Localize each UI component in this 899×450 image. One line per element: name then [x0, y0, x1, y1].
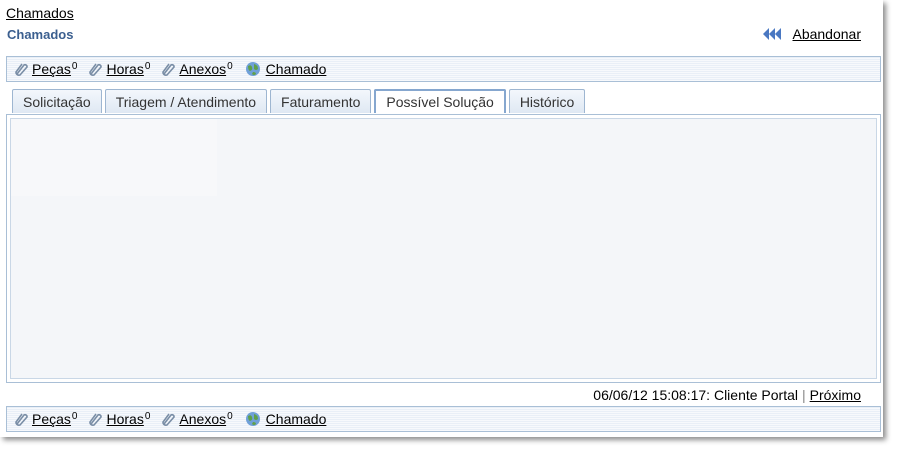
- pecas-link-bottom[interactable]: Peças: [32, 411, 71, 427]
- paperclip-icon: [15, 63, 28, 76]
- status-text: 06/06/12 15:08:17: Cliente Portal: [593, 387, 798, 403]
- anexos-link-bottom[interactable]: Anexos: [179, 411, 226, 427]
- next-link[interactable]: Próximo: [810, 387, 861, 403]
- anexos-count: 0: [227, 60, 233, 72]
- chamado-link[interactable]: Chamado: [266, 61, 327, 77]
- globe-icon: [245, 62, 260, 76]
- horas-link-bottom[interactable]: Horas: [106, 411, 143, 427]
- anexos-count-bottom: 0: [227, 410, 233, 422]
- page-title: Chamados: [7, 27, 74, 42]
- paperclip-icon: [162, 413, 176, 426]
- window-frame: Chamados Chamados Abandonar Peças 0 Hora…: [0, 0, 883, 437]
- status-separator: |: [802, 387, 806, 403]
- chamado-link-bottom[interactable]: Chamado: [266, 411, 327, 427]
- content-area: [10, 118, 877, 379]
- tab-faturamento[interactable]: Faturamento: [270, 89, 372, 113]
- top-toolbar: Peças 0 Horas 0 Anexos 0 Chamado: [6, 56, 881, 82]
- pecas-count-bottom: 0: [71, 410, 78, 422]
- anexos-item[interactable]: Anexos 0: [160, 60, 233, 77]
- horas-count-bottom: 0: [144, 410, 151, 422]
- pecas-item[interactable]: Peças 0: [13, 61, 77, 77]
- tab-bar: Solicitação Triagem / Atendimento Fatura…: [12, 89, 586, 113]
- horas-item-bottom[interactable]: Horas 0: [87, 411, 150, 427]
- tab-possivel-solucao[interactable]: Possível Solução: [374, 89, 506, 113]
- anexos-item-bottom[interactable]: Anexos 0: [160, 410, 233, 427]
- anexos-link[interactable]: Anexos: [179, 61, 226, 77]
- bottom-toolbar: Peças 0 Horas 0 Anexos 0 Chamado: [6, 406, 881, 432]
- horas-item[interactable]: Horas 0: [87, 61, 150, 77]
- rewind-icon: [763, 28, 782, 40]
- pecas-count: 0: [71, 60, 78, 72]
- globe-icon: [245, 412, 260, 426]
- tab-historico[interactable]: Histórico: [508, 89, 586, 113]
- tab-content-panel: [6, 114, 881, 383]
- chamado-item-bottom[interactable]: Chamado: [243, 411, 327, 427]
- horas-link[interactable]: Horas: [106, 61, 143, 77]
- chamado-item[interactable]: Chamado: [243, 61, 327, 77]
- paperclip-icon: [89, 413, 103, 426]
- paperclip-icon: [89, 63, 103, 76]
- abandon-link[interactable]: Abandonar: [792, 26, 861, 42]
- abandon-action[interactable]: Abandonar: [763, 26, 861, 42]
- tab-solicitacao[interactable]: Solicitação: [12, 89, 102, 113]
- tab-triagem-atendimento[interactable]: Triagem / Atendimento: [104, 89, 268, 113]
- paperclip-icon: [162, 63, 176, 76]
- pecas-item-bottom[interactable]: Peças 0: [13, 411, 77, 427]
- status-line: 06/06/12 15:08:17: Cliente Portal | Próxim…: [593, 387, 861, 403]
- breadcrumb-link[interactable]: Chamados: [6, 5, 74, 21]
- horas-count: 0: [144, 60, 151, 72]
- paperclip-icon: [15, 413, 28, 426]
- content-blank-region: [11, 119, 217, 196]
- pecas-link[interactable]: Peças: [32, 61, 71, 77]
